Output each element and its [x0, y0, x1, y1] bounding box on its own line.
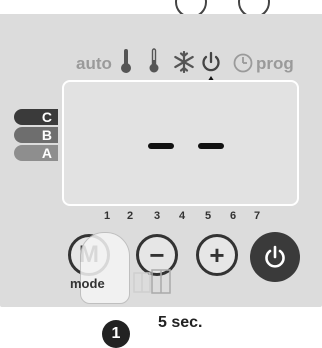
day-number-3: 3 [154, 210, 161, 222]
day-number-2: 2 [127, 210, 134, 222]
prog-label: prog [256, 54, 294, 73]
tab-c-label: C [41, 109, 52, 125]
tab-a-label: A [41, 145, 52, 161]
mode-label: mode [70, 276, 105, 291]
lcd-display [62, 80, 299, 206]
minus-symbol: − [149, 239, 165, 270]
step-number-badge: 1 [102, 320, 130, 348]
plus-symbol: + [209, 239, 225, 270]
duration-label: 5 sec. [158, 314, 203, 331]
day-number-1: 1 [104, 210, 111, 222]
day-number-7: 7 [254, 210, 261, 222]
day-number-5: 5 [205, 210, 212, 222]
auto-label: auto [76, 54, 112, 73]
tab-comfort-c: C [14, 109, 58, 125]
lcd-dash-left [148, 143, 174, 149]
thermometer-eco-icon [149, 48, 159, 73]
hand-icon [80, 232, 130, 304]
control-panel: auto prog C B A 1 2 3 4 5 6 7 − + mode [0, 14, 322, 307]
day-number-6: 6 [230, 210, 237, 222]
power-button[interactable] [250, 232, 300, 282]
standby-icon [202, 51, 220, 72]
frost-icon [174, 51, 194, 73]
power-icon [265, 245, 285, 268]
thermometer-comfort-icon [121, 49, 131, 73]
window-icon [133, 269, 171, 294]
top-strip [0, 0, 322, 18]
mode-icons-row: auto prog [0, 48, 322, 78]
plus-button[interactable]: + [196, 234, 238, 276]
lcd-dash-right [198, 143, 224, 149]
step-number: 1 [111, 325, 121, 342]
tab-comfort-a: A [14, 145, 58, 161]
tab-b-label: B [41, 127, 52, 143]
prog-clock-icon [233, 53, 253, 73]
tab-comfort-b: B [14, 127, 58, 143]
day-number-4: 4 [179, 210, 186, 222]
